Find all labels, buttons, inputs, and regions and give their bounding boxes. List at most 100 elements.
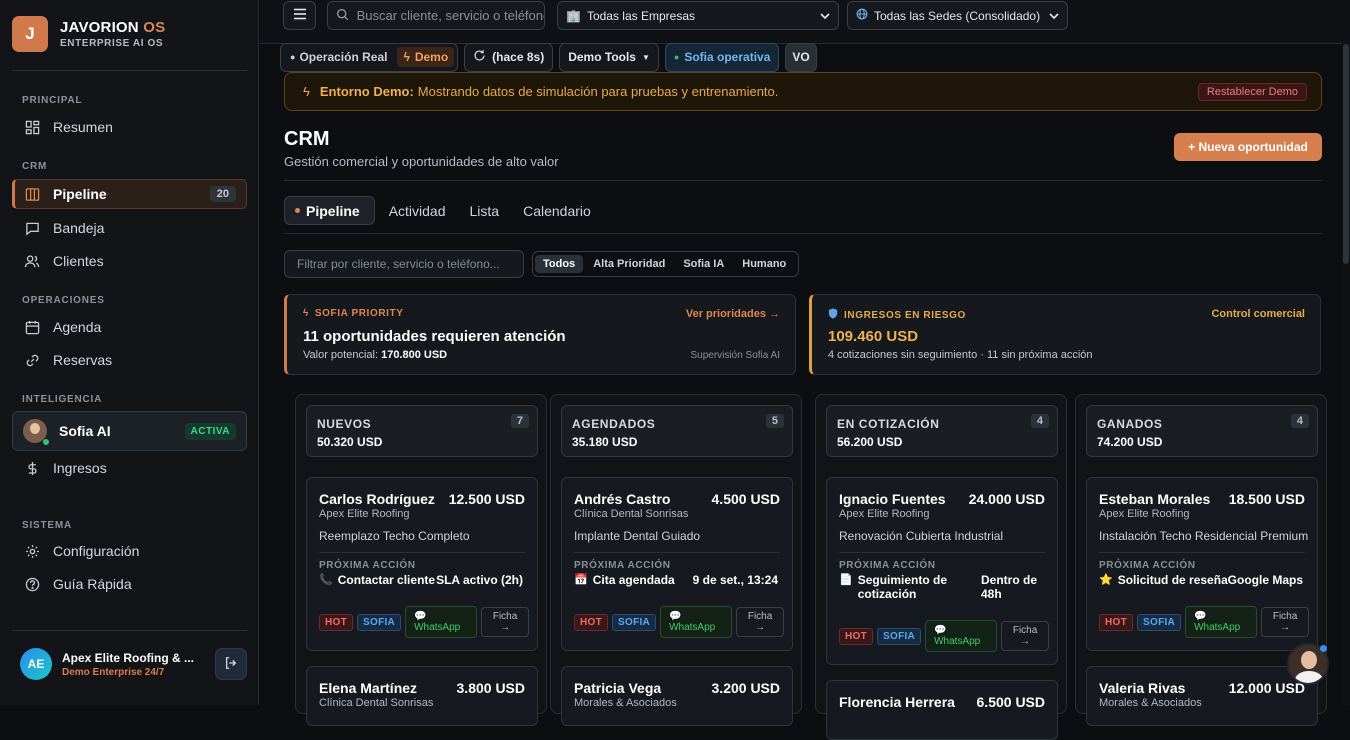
control-comercial-link[interactable]: Control comercial bbox=[1211, 308, 1305, 320]
building-icon: 🏢 bbox=[566, 8, 581, 23]
ficha-button[interactable]: Ficha → bbox=[736, 607, 785, 637]
column-header: NUEVOS 50.320 USD 7 bbox=[306, 405, 538, 457]
opportunity-card[interactable]: Esteban Morales 18.500 USD Apex Elite Ro… bbox=[1086, 477, 1318, 651]
site-select[interactable]: Todas las Sedes (Consolidado) bbox=[847, 1, 1068, 30]
sidebar-item-guia[interactable]: Guía Rápida bbox=[12, 569, 247, 599]
sidebar-divider bbox=[12, 630, 247, 631]
whatsapp-button[interactable]: 💬 WhatsApp bbox=[405, 606, 478, 638]
column-name: AGENDADOS bbox=[572, 417, 656, 431]
kpi-revenue-risk: INGRESOS EN RIESGO Control comercial 109… bbox=[809, 294, 1321, 375]
section-inteligencia: INTELIGENCIA bbox=[22, 394, 103, 405]
tab-actividad[interactable]: Actividad bbox=[379, 196, 456, 225]
chip-alta-prioridad[interactable]: Alta Prioridad bbox=[585, 255, 673, 273]
sidebar-item-label: Bandeja bbox=[53, 220, 105, 236]
sidebar-item-clientes[interactable]: Clientes bbox=[12, 246, 247, 276]
client-name: Florencia Herrera bbox=[839, 694, 955, 710]
company-name: Clínica Dental Sonrisas bbox=[574, 508, 689, 520]
main-content: Buscar cliente, servicio o teléfono 🏢 Tod… bbox=[260, 0, 1350, 740]
sidebar-item-sofia-ai[interactable]: Sofia AI ACTIVA bbox=[12, 411, 247, 451]
whatsapp-button[interactable]: 💬 WhatsApp bbox=[660, 606, 733, 638]
bolt-icon: ϟ bbox=[303, 84, 310, 99]
sidebar-item-agenda[interactable]: Agenda bbox=[12, 312, 247, 342]
company-name: Morales & Asociados bbox=[574, 697, 677, 709]
opportunity-card[interactable]: Patricia Vega 3.200 USD Morales & Asocia… bbox=[561, 666, 793, 726]
pipeline-column: AGENDADOS 35.180 USD 5 Andrés Castro 4.5… bbox=[550, 394, 802, 726]
service-name: Reemplazo Techo Completo bbox=[319, 529, 470, 543]
chip-todos[interactable]: Todos bbox=[535, 255, 584, 273]
whatsapp-button[interactable]: 💬 WhatsApp bbox=[925, 620, 998, 652]
calendar-icon bbox=[24, 319, 40, 335]
mode-demo-option[interactable]: ϟ Demo bbox=[397, 47, 455, 67]
kpi-sub: 4 cotizaciones sin seguimiento · 11 sin … bbox=[828, 349, 1093, 361]
tab-pipeline[interactable]: Pipeline bbox=[284, 196, 375, 225]
logout-button[interactable] bbox=[215, 648, 247, 680]
whatsapp-button[interactable]: 💬 WhatsApp bbox=[1185, 606, 1258, 638]
new-opportunity-button[interactable]: + Nueva oportunidad bbox=[1174, 133, 1322, 161]
client-name: Esteban Morales bbox=[1099, 491, 1211, 507]
sync-status-button[interactable]: (hace 8s) bbox=[464, 42, 554, 72]
sidebar-item-pipeline[interactable]: Pipeline 20 bbox=[12, 179, 247, 209]
hot-tag: HOT bbox=[1099, 613, 1134, 631]
sidebar-item-configuracion[interactable]: Configuración bbox=[12, 536, 247, 566]
mode-real-option[interactable]: ● Operación Real bbox=[284, 47, 393, 67]
opportunity-card[interactable]: Ignacio Fuentes 24.000 USD Apex Elite Ro… bbox=[826, 477, 1058, 665]
column-name: EN COTIZACIÓN bbox=[837, 417, 940, 431]
opportunity-card[interactable]: Florencia Herrera 6.500 USD bbox=[826, 680, 1058, 740]
column-total: 50.320 USD bbox=[317, 435, 383, 449]
kpi-sub: Valor potencial: 170.800 USD bbox=[303, 349, 448, 361]
client-name: Ignacio Fuentes bbox=[839, 491, 946, 507]
global-search[interactable]: Buscar cliente, servicio o teléfono bbox=[327, 1, 545, 30]
link-icon bbox=[24, 352, 40, 368]
client-name: Andrés Castro bbox=[574, 491, 671, 507]
sofia-tag: SOFIA bbox=[612, 613, 657, 631]
column-count: 4 bbox=[1030, 414, 1049, 428]
ver-prioridades-link[interactable]: Ver prioridades → bbox=[686, 308, 780, 320]
opportunity-card[interactable]: Carlos Rodríguez 12.500 USD Apex Elite R… bbox=[306, 477, 538, 651]
opportunity-card[interactable]: Andrés Castro 4.500 USD Clínica Dental S… bbox=[561, 477, 793, 651]
filter-input[interactable]: Filtrar por cliente, servicio o teléfono… bbox=[284, 250, 524, 278]
company-select[interactable]: 🏢 Todas las Empresas bbox=[557, 1, 839, 30]
sidebar-divider bbox=[12, 70, 247, 71]
column-total: 35.180 USD bbox=[572, 435, 638, 449]
tab-calendario[interactable]: Calendario bbox=[513, 196, 601, 225]
page-title: CRM bbox=[284, 128, 330, 150]
section-principal: PRINCIPAL bbox=[22, 95, 83, 106]
banner-label: Entorno Demo: bbox=[319, 84, 414, 99]
sidebar-item-ingresos[interactable]: Ingresos bbox=[12, 453, 247, 483]
next-action-due: Google Maps bbox=[1227, 573, 1303, 587]
opportunity-card[interactable]: Elena Martínez 3.800 USD Clínica Dental … bbox=[306, 666, 538, 726]
next-action-label: PRÓXIMA ACCIÓN bbox=[574, 560, 671, 571]
avatar[interactable]: AE bbox=[20, 648, 52, 680]
sofia-status-pill[interactable]: ● Sofia operativa bbox=[664, 42, 780, 72]
menu-button[interactable] bbox=[283, 1, 316, 30]
scrollbar-thumb[interactable] bbox=[1343, 44, 1349, 264]
kpi-main: 109.460 USD bbox=[828, 328, 919, 345]
ficha-button[interactable]: Ficha → bbox=[1001, 621, 1050, 651]
sidebar-item-label: Agenda bbox=[53, 319, 102, 335]
sidebar-item-label: Sofia AI bbox=[59, 423, 111, 439]
service-name: Renovación Cubierta Industrial bbox=[839, 529, 1004, 543]
search-input[interactable]: Buscar cliente, servicio o teléfono bbox=[357, 8, 544, 23]
tab-lista[interactable]: Lista bbox=[460, 196, 510, 225]
help-icon bbox=[24, 576, 40, 592]
sidebar-item-reservas[interactable]: Reservas bbox=[12, 345, 247, 375]
next-action: 📄 Seguimiento de cotización bbox=[839, 573, 948, 601]
ficha-button[interactable]: Ficha → bbox=[481, 607, 530, 637]
divider bbox=[319, 552, 525, 553]
dollar-icon bbox=[24, 460, 40, 476]
reset-demo-button[interactable]: Restablecer Demo bbox=[1197, 82, 1307, 101]
user-avatar[interactable]: VO bbox=[785, 42, 817, 72]
chip-sofia-ia[interactable]: Sofia IA bbox=[675, 255, 732, 273]
sidebar-item-bandeja[interactable]: Bandeja bbox=[12, 213, 247, 243]
brand[interactable]: J JAVORION OS ENTERPRISE AI OS bbox=[12, 16, 165, 52]
divider bbox=[284, 180, 1322, 181]
bolt-icon: ϟ bbox=[303, 308, 309, 319]
sidebar-item-resumen[interactable]: Resumen bbox=[12, 112, 247, 142]
ficha-button[interactable]: Ficha → bbox=[1261, 607, 1310, 637]
demo-tools-dropdown[interactable]: Demo Tools ▼ bbox=[559, 42, 659, 72]
chip-humano[interactable]: Humano bbox=[734, 255, 794, 273]
bolt-icon: ϟ bbox=[403, 50, 410, 64]
opportunity-card[interactable]: Valeria Rivas 12.000 USD Morales & Asoci… bbox=[1086, 666, 1318, 726]
card-actions: HOT SOFIA 💬 WhatsApp Ficha → bbox=[1099, 606, 1310, 638]
scrollbar[interactable] bbox=[1342, 0, 1350, 705]
